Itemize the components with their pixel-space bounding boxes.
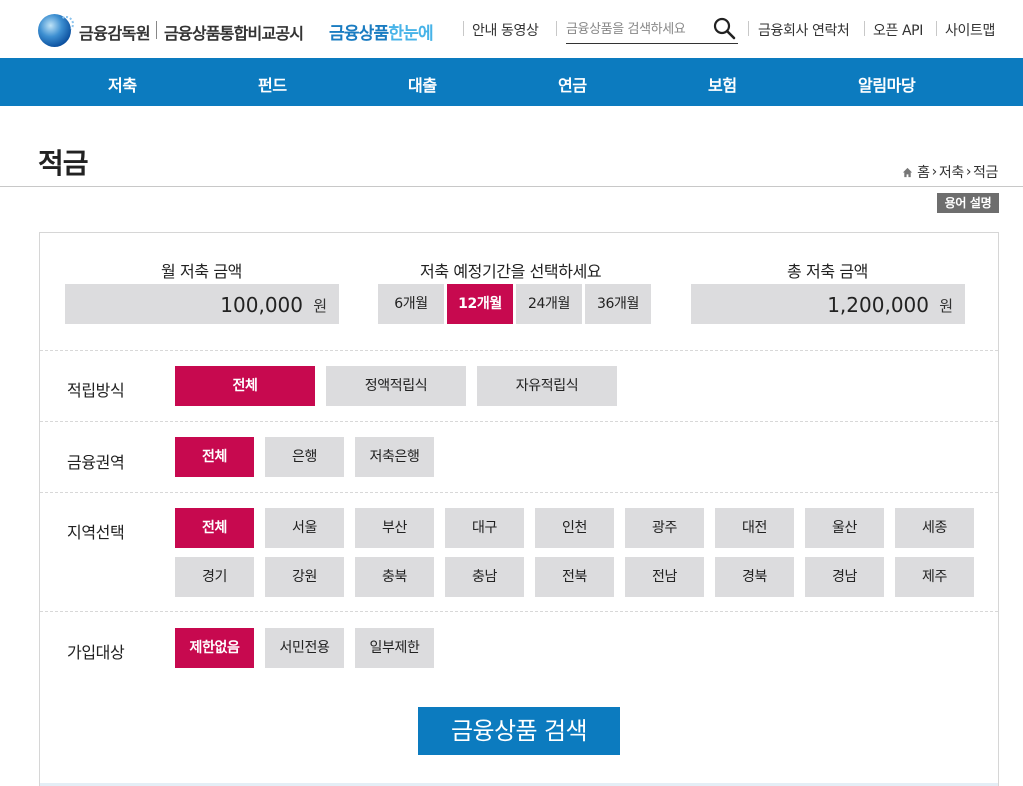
region-option[interactable]: 서울 <box>265 508 344 548</box>
search-icon[interactable] <box>712 16 736 40</box>
savings-search-panel: 월 저축 금액 100,000 원 저축 예정기간을 선택하세요 6개월 12개… <box>39 232 999 786</box>
search-input[interactable] <box>566 18 706 40</box>
org-name[interactable]: 금융감독원 <box>79 20 151 44</box>
divider <box>936 21 937 36</box>
region-option[interactable]: 경남 <box>805 557 884 597</box>
divider <box>864 21 865 36</box>
site-subtitle-aux: 한눈에 <box>388 24 433 44</box>
page-title: 적금 <box>38 147 89 180</box>
total-amount-value: 1,200,000 <box>827 293 929 317</box>
method-option-flexible[interactable]: 자유적립식 <box>477 366 617 406</box>
divider <box>40 421 998 422</box>
method-option-fixed[interactable]: 정액적립식 <box>326 366 466 406</box>
region-option[interactable]: 충북 <box>355 557 434 597</box>
region-option[interactable]: 경북 <box>715 557 794 597</box>
method-option-all[interactable]: 전체 <box>175 366 315 406</box>
region-option[interactable]: 울산 <box>805 508 884 548</box>
currency-unit: 원 <box>939 297 953 315</box>
chevron-right-icon: › <box>931 164 938 180</box>
sector-label: 금융권역 <box>67 453 125 472</box>
nav-item-savings[interactable]: 저축 <box>108 72 137 96</box>
breadcrumb-home[interactable]: 홈 <box>917 162 930 182</box>
fss-logo-icon[interactable] <box>38 14 74 47</box>
period-36-months[interactable]: 36개월 <box>585 284 651 324</box>
term-glossary-button[interactable]: 용어 설명 <box>937 193 999 213</box>
product-search-button[interactable]: 금융상품 검색 <box>418 707 620 755</box>
sector-option-all[interactable]: 전체 <box>175 437 254 477</box>
divider <box>463 21 464 36</box>
region-option[interactable]: 대전 <box>715 508 794 548</box>
divider <box>0 186 1023 187</box>
monthly-amount-field[interactable]: 100,000 원 <box>65 284 339 324</box>
breadcrumb: 홈 › 저축 › 적금 <box>902 162 998 182</box>
period-6-months[interactable]: 6개월 <box>378 284 444 324</box>
sector-option-bank[interactable]: 은행 <box>265 437 344 477</box>
divider <box>40 492 998 493</box>
chevron-right-icon: › <box>965 164 972 180</box>
period-24-months[interactable]: 24개월 <box>516 284 582 324</box>
sitemap-link[interactable]: 사이트맵 <box>945 20 995 40</box>
region-option[interactable]: 인천 <box>535 508 614 548</box>
currency-unit: 원 <box>313 297 327 315</box>
region-option[interactable]: 세종 <box>895 508 974 548</box>
guide-video-link[interactable]: 안내 동영상 <box>472 20 539 40</box>
method-label: 적립방식 <box>67 381 125 400</box>
region-option[interactable]: 충남 <box>445 557 524 597</box>
region-option[interactable]: 전남 <box>625 557 704 597</box>
region-option[interactable]: 대구 <box>445 508 524 548</box>
divider <box>40 350 998 351</box>
sector-option-savings-bank[interactable]: 저축은행 <box>355 437 434 477</box>
site-subtitle-main: 금융상품 <box>329 24 389 44</box>
nav-item-pension[interactable]: 연금 <box>558 72 587 96</box>
target-label: 가입대상 <box>67 643 125 662</box>
region-option[interactable]: 강원 <box>265 557 344 597</box>
breadcrumb-savings[interactable]: 저축 <box>939 162 964 182</box>
nav-item-loans[interactable]: 대출 <box>408 72 437 96</box>
total-amount-label: 총 저축 금액 <box>787 262 868 281</box>
divider <box>40 611 998 612</box>
total-amount-field: 1,200,000 원 <box>691 284 965 324</box>
target-option-unrestricted[interactable]: 제한없음 <box>175 628 254 668</box>
nav-item-insurance[interactable]: 보험 <box>708 72 737 96</box>
target-option-partial[interactable]: 일부제한 <box>355 628 434 668</box>
site-subtitle[interactable]: 금융상품한눈에 <box>329 19 434 44</box>
region-option[interactable]: 전체 <box>175 508 254 548</box>
company-contacts-link[interactable]: 금융회사 연락처 <box>758 20 850 40</box>
region-option[interactable]: 부산 <box>355 508 434 548</box>
monthly-amount-label: 월 저축 금액 <box>161 262 242 281</box>
site-title[interactable]: 금융상품통합비교공시 <box>164 20 304 44</box>
divider <box>748 21 749 36</box>
breadcrumb-current: 적금 <box>973 165 998 181</box>
period-12-months[interactable]: 12개월 <box>447 284 513 324</box>
main-nav: 저축 펀드 대출 연금 보험 알림마당 <box>0 58 1023 106</box>
region-option[interactable]: 전북 <box>535 557 614 597</box>
region-label: 지역선택 <box>67 523 125 542</box>
divider <box>156 21 157 39</box>
search-bar <box>566 15 738 44</box>
nav-item-notices[interactable]: 알림마당 <box>858 72 916 96</box>
nav-item-funds[interactable]: 펀드 <box>258 72 287 96</box>
region-option[interactable]: 경기 <box>175 557 254 597</box>
target-option-low-income[interactable]: 서민전용 <box>265 628 344 668</box>
period-label: 저축 예정기간을 선택하세요 <box>420 262 602 281</box>
open-api-link[interactable]: 오픈 API <box>873 20 923 40</box>
divider <box>556 21 557 36</box>
region-option[interactable]: 광주 <box>625 508 704 548</box>
region-option[interactable]: 제주 <box>895 557 974 597</box>
home-icon <box>903 167 913 177</box>
monthly-amount-value: 100,000 <box>220 293 303 317</box>
top-header: 금융감독원 금융상품통합비교공시 금융상품한눈에 안내 동영상 금융회사 연락처… <box>0 0 1023 58</box>
